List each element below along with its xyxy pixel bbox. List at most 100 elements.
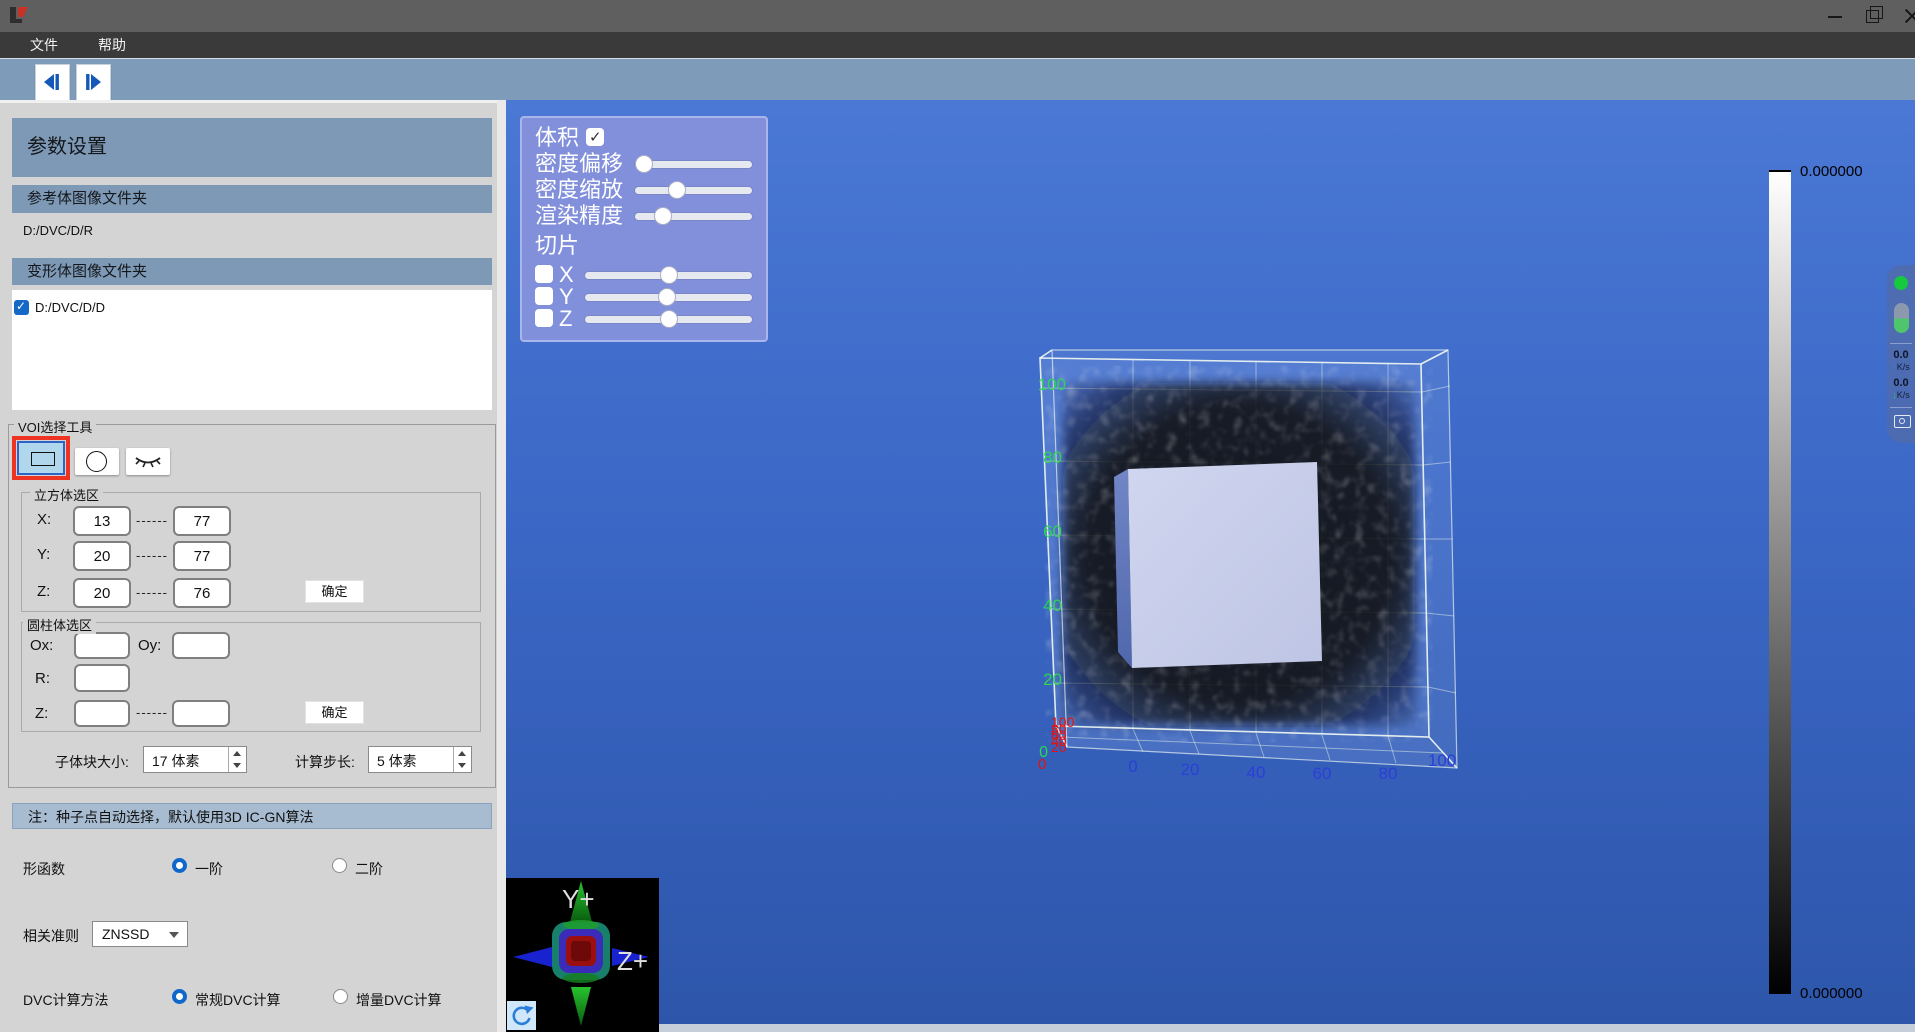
voi-hide-tool-button[interactable] [126,448,170,475]
cyl-z-label: Z: [35,705,48,722]
slice-x-checkbox[interactable] [535,265,553,283]
shape-function-label: 形函数 [23,859,65,879]
slice-y-checkbox[interactable] [535,287,553,305]
cube-x-from-input[interactable] [73,506,131,536]
density-scale-label: 密度缩放 [535,178,623,202]
step-back-icon [42,72,62,92]
criterion-label: 相关准则 [23,926,79,946]
toolbar [0,58,1915,101]
cylinder-selection-label: 圆柱体选区 [23,615,96,634]
cube-x-label: X: [37,511,51,528]
net-speed-widget[interactable]: 0.0 ↑K/s 0.0 ↓K/s [1887,265,1915,443]
toggle-pill[interactable] [1894,303,1909,333]
slice-y-slider[interactable] [585,287,752,307]
criterion-value: ZNSSD [102,926,149,942]
range-dashes: ------ [136,585,168,600]
slice-x-slider[interactable] [585,265,752,285]
dvc-regular-radio[interactable] [172,989,187,1004]
density-scale-slider[interactable] [635,180,752,200]
cyl-z-to-input[interactable] [172,700,230,727]
cube-z-from-input[interactable] [73,578,131,608]
subvolume-size-value: 17 体素 [152,751,199,771]
render-precision-label: 渲染精度 [535,204,623,228]
step-size-label: 计算步长: [295,752,355,772]
shape-first-order-radio[interactable] [172,858,187,873]
volume-label: 体积 [535,126,579,150]
cyl-oy-label: Oy: [138,637,161,654]
cyl-oy-input[interactable] [172,632,230,659]
slice-z-checkbox[interactable] [535,309,553,327]
download-speed-unit: K/s [1897,390,1910,400]
shape-second-order-label[interactable]: 二阶 [355,859,383,879]
cyl-ox-input[interactable] [74,632,130,659]
density-offset-label: 密度偏移 [535,152,623,176]
dvc-incremental-label[interactable]: 增量DVC计算 [356,990,442,1010]
app-logo-icon [8,6,30,26]
colorbar [1769,170,1791,994]
cube-confirm-button[interactable]: 确定 [305,580,364,603]
shape-second-order-radio[interactable] [332,858,347,873]
cyl-z-from-input[interactable] [74,700,130,727]
subvolume-size-label: 子体块大小: [55,752,129,772]
cube-y-from-input[interactable] [73,541,131,571]
closed-eye-icon [133,452,163,472]
range-dashes: ------ [136,548,168,563]
screenshot-camera-icon[interactable] [1894,415,1911,428]
cyl-r-input[interactable] [74,664,130,692]
volume-checkbox[interactable] [586,128,604,146]
deformed-folder-header: 变形体图像文件夹 [12,258,492,285]
viewport-bottom-strip [506,1024,1915,1032]
menu-file[interactable]: 文件 [20,32,68,58]
title-bar [0,0,1915,32]
voi-group-label: VOI选择工具 [14,417,96,436]
cube-z-label: Z: [37,583,50,600]
cube-y-label: Y: [37,546,50,563]
cube-selection-label: 立方体选区 [30,485,103,504]
rect-icon [31,452,55,466]
cylinder-confirm-button[interactable]: 确定 [305,701,364,724]
cube-z-to-input[interactable] [173,578,231,608]
parameter-panel: 参数设置 参考体图像文件夹 D:/DVC/D/R 变形体图像文件夹 D:/DVC… [0,100,497,1032]
step-size-spinner[interactable]: 5 体素 [368,746,472,773]
panel-title: 参数设置 [12,118,492,177]
upload-speed-value: 0.0 [1887,349,1915,361]
range-dashes: ------ [136,513,168,528]
step-forward-button[interactable] [76,64,111,101]
colorbar-max-label: 0.000000 [1800,163,1863,180]
cube-y-to-input[interactable] [173,541,231,571]
menu-help[interactable]: 帮助 [88,32,136,58]
voi-rect-tool-selected-frame [12,436,70,480]
close-button[interactable] [1891,0,1915,32]
render-controls-panel: 体积 密度偏移 密度缩放 渲染精度 切片 X Y [520,116,768,342]
dvc-regular-label[interactable]: 常规DVC计算 [195,990,281,1010]
menu-bar: 文件 帮助 [0,32,1915,58]
step-forward-icon [83,72,103,92]
spinner-arrows-icon[interactable] [453,747,471,772]
step-size-value: 5 体素 [377,751,417,771]
criterion-select[interactable]: ZNSSD [92,921,188,947]
seed-note-bar: 注：种子点自动选择，默认使用3D IC-GN算法 [12,803,492,829]
deformed-item-checkbox[interactable] [14,300,29,315]
range-dashes: ------ [136,705,168,720]
status-dot-icon [1894,276,1908,290]
render-precision-slider[interactable] [635,206,752,226]
density-offset-slider[interactable] [635,154,752,174]
upload-speed-unit: K/s [1897,362,1910,372]
cyl-r-label: R: [35,670,50,687]
spinner-arrows-icon[interactable] [228,747,246,772]
chevron-down-icon [169,932,179,938]
application-window: 文件 帮助 参数设置 参考体图像文件夹 D:/DVC/D/R 变形体图像文件夹 … [0,0,1915,1032]
cyl-ox-label: Ox: [30,637,53,654]
voi-rect-tool-button[interactable] [17,441,65,475]
circle-icon [86,451,107,472]
shape-first-order-label[interactable]: 一阶 [195,859,223,879]
slice-section-label: 切片 [535,234,579,258]
cube-x-to-input[interactable] [173,506,231,536]
deformed-item-label[interactable]: D:/DVC/D/D [35,300,105,315]
dvc-method-label: DVC计算方法 [23,990,109,1010]
dvc-incremental-radio[interactable] [333,989,348,1004]
voi-circle-tool-button[interactable] [75,448,119,475]
subvolume-size-spinner[interactable]: 17 体素 [143,746,247,773]
slice-z-slider[interactable] [585,309,752,329]
step-back-button[interactable] [35,64,70,101]
